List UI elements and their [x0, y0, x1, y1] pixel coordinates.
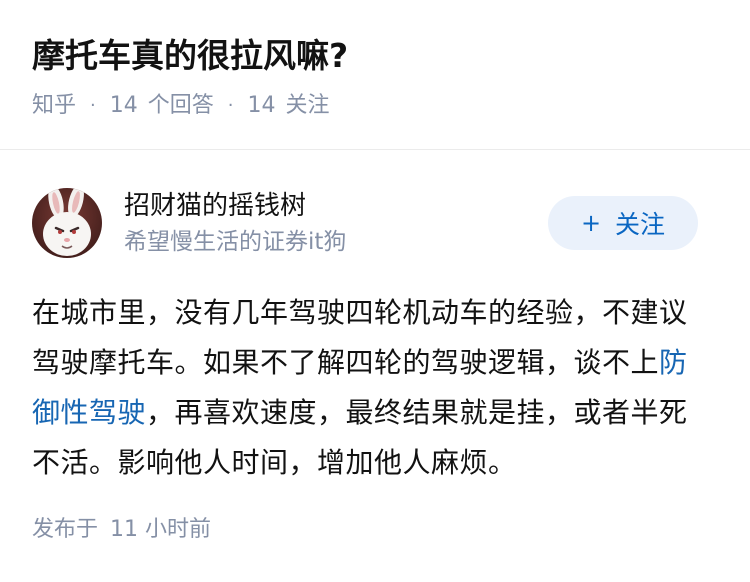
white-rabbit-avatar-icon	[32, 188, 102, 258]
question-title[interactable]: 摩托车真的很拉风嘛?	[32, 32, 718, 80]
answer-text: 在城市里，没有几年驾驶四轮机动车的经验，不建议驾驶摩托车。如果不了解四轮的驾驶逻…	[32, 296, 688, 379]
separator-dot: ·	[90, 95, 96, 116]
divider	[0, 149, 750, 150]
published-time: 11 小时前	[110, 517, 212, 542]
author-name[interactable]: 招财猫的摇钱树	[124, 188, 346, 224]
author-avatar[interactable]	[32, 188, 102, 258]
answer-content: 在城市里，没有几年驾驶四轮机动车的经验，不建议驾驶摩托车。如果不了解四轮的驾驶逻…	[32, 288, 702, 488]
followers-label[interactable]: 关注	[286, 90, 330, 122]
plus-icon: +	[580, 209, 602, 237]
source-label: 知乎	[32, 93, 77, 118]
follow-button[interactable]: + 关注	[548, 196, 698, 250]
published-label: 发布于	[32, 517, 99, 542]
answer-page: 摩托车真的很拉风嘛? 知乎 · 14 个回答 · 14 关注 招财猫的摇钱树 希…	[0, 0, 750, 582]
answers-count: 14	[109, 93, 138, 118]
question-header: 摩托车真的很拉风嘛? 知乎 · 14 个回答 · 14 关注	[0, 0, 750, 119]
question-meta: 知乎 · 14 个回答 · 14 关注	[32, 90, 718, 122]
author-bio: 希望慢生活的证券it狗	[124, 229, 347, 255]
author-info: 招财猫的摇钱树 希望慢生活的证券it狗	[124, 188, 346, 258]
answer-footer: 发布于 11 小时前	[32, 514, 211, 546]
followers-count: 14	[247, 93, 276, 118]
follow-label: 关注	[615, 210, 666, 239]
answers-label[interactable]: 个回答	[148, 90, 214, 122]
separator-dot: ·	[227, 95, 234, 116]
answer-card: 招财猫的摇钱树 希望慢生活的证券it狗 + 关注 在城市里，没有几年驾驶四轮机动…	[0, 184, 750, 488]
author-row: 招财猫的摇钱树 希望慢生活的证券it狗 + 关注	[32, 184, 718, 262]
